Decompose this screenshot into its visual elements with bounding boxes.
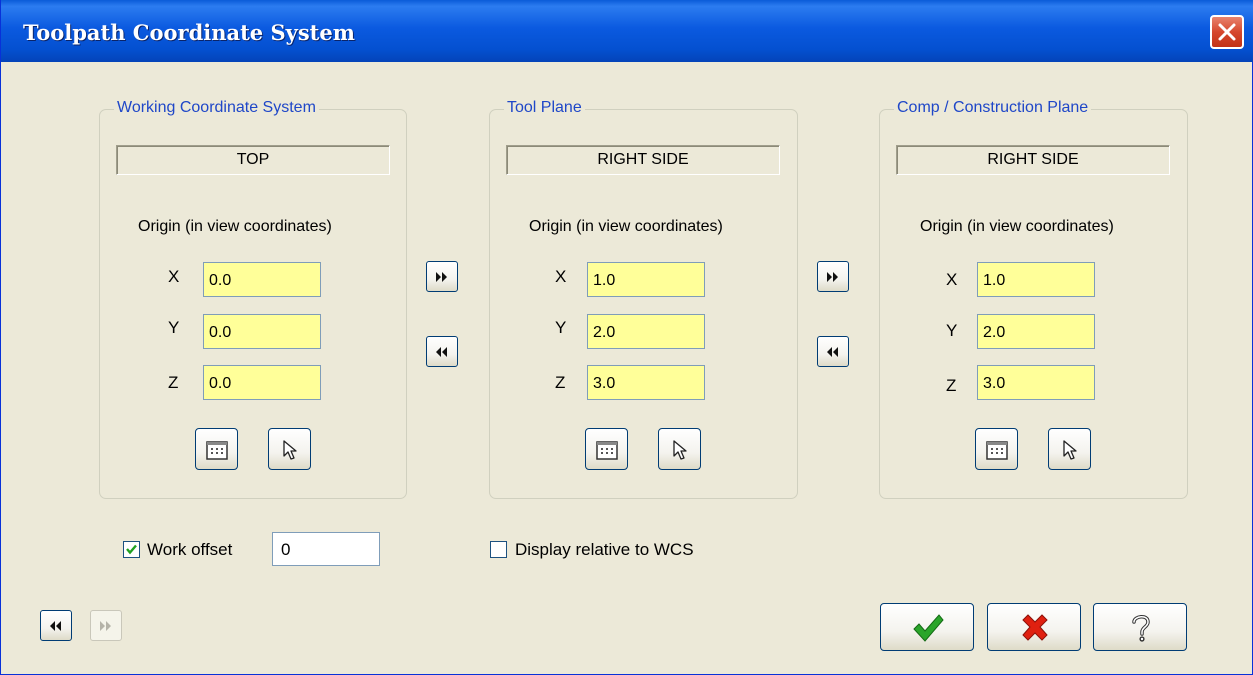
- wcs-x-field[interactable]: 0.0: [203, 262, 321, 297]
- cplane-x-field[interactable]: 1.0: [977, 262, 1095, 297]
- close-button[interactable]: [1210, 15, 1244, 49]
- close-icon: [1218, 23, 1236, 41]
- copy-tplane-to-cplane-button[interactable]: [817, 261, 849, 292]
- cplane-group-title: Comp / Construction Plane: [894, 99, 1092, 117]
- calculator-icon: [986, 441, 1008, 460]
- tplane-z-field[interactable]: 3.0: [587, 365, 705, 400]
- cancel-button[interactable]: [987, 603, 1081, 651]
- pointer-select-icon: [283, 440, 297, 460]
- tplane-view-name: RIGHT SIDE: [506, 145, 780, 175]
- copy-wcs-to-tplane-button[interactable]: [426, 261, 458, 292]
- wcs-view-name: TOP: [116, 145, 390, 175]
- calculator-icon: [206, 441, 228, 460]
- double-right-arrow-icon: [100, 621, 111, 631]
- title-bar[interactable]: Toolpath Coordinate System: [1, 0, 1253, 62]
- double-right-arrow-icon: [827, 272, 838, 282]
- cplane-select-button[interactable]: [1048, 428, 1091, 470]
- tplane-y-field[interactable]: 2.0: [587, 314, 705, 349]
- cplane-calculator-button[interactable]: [975, 428, 1018, 470]
- tplane-x-label: X: [555, 267, 567, 286]
- wcs-z-label: Z: [168, 373, 179, 392]
- wcs-z-field[interactable]: 0.0: [203, 365, 321, 400]
- copy-cplane-to-tplane-button[interactable]: [817, 336, 849, 367]
- cplane-origin-label: Origin (in view coordinates): [920, 218, 1114, 235]
- window-title: Toolpath Coordinate System: [23, 20, 355, 45]
- tplane-z-label: Z: [555, 373, 566, 392]
- toolpath-coordinate-dialog: Toolpath Coordinate System Working Coord…: [0, 0, 1253, 675]
- tplane-select-button[interactable]: [658, 428, 701, 470]
- double-left-arrow-icon: [436, 347, 447, 357]
- wcs-select-button[interactable]: [268, 428, 311, 470]
- calculator-icon: [596, 441, 618, 460]
- pointer-select-icon: [673, 440, 687, 460]
- wcs-group-title: Working Coordinate System: [114, 99, 319, 117]
- work-offset-checkbox[interactable]: [123, 541, 140, 558]
- wcs-y-field[interactable]: 0.0: [203, 314, 321, 349]
- cplane-x-label: X: [946, 270, 958, 289]
- work-offset-label: Work offset: [147, 540, 233, 559]
- red-x-icon: [1022, 614, 1048, 641]
- checkmark-icon: [126, 544, 137, 555]
- ok-button[interactable]: [880, 603, 974, 651]
- next-button[interactable]: [90, 610, 122, 641]
- wcs-y-label: Y: [168, 318, 180, 337]
- pointer-select-icon: [1063, 440, 1077, 460]
- tplane-y-label: Y: [555, 318, 567, 337]
- question-mark-icon: [1132, 615, 1150, 642]
- tplane-group-title: Tool Plane: [504, 99, 585, 117]
- display-relative-label: Display relative to WCS: [515, 540, 694, 559]
- cplane-y-field[interactable]: 2.0: [977, 314, 1095, 349]
- cplane-group: Comp / Construction Plane RIGHT SIDE Ori…: [879, 99, 1188, 499]
- work-offset-input[interactable]: 0: [272, 532, 380, 566]
- cplane-z-field[interactable]: 3.0: [977, 365, 1095, 400]
- help-button[interactable]: [1093, 603, 1187, 651]
- double-right-arrow-icon: [436, 272, 447, 282]
- double-left-arrow-icon: [827, 347, 838, 357]
- wcs-calculator-button[interactable]: [195, 428, 238, 470]
- previous-button[interactable]: [40, 610, 72, 641]
- tplane-group: Tool Plane RIGHT SIDE Origin (in view co…: [489, 99, 798, 499]
- tplane-origin-label: Origin (in view coordinates): [529, 218, 723, 235]
- tplane-calculator-button[interactable]: [585, 428, 628, 470]
- wcs-group: Working Coordinate System TOP Origin (in…: [99, 99, 407, 499]
- cplane-z-label: Z: [946, 376, 957, 395]
- wcs-x-label: X: [168, 267, 180, 286]
- copy-tplane-to-wcs-button[interactable]: [426, 336, 458, 367]
- wcs-origin-label: Origin (in view coordinates): [138, 218, 332, 235]
- checkmark-icon: [913, 614, 944, 642]
- display-relative-checkbox[interactable]: [490, 541, 507, 558]
- cplane-y-label: Y: [946, 321, 958, 340]
- cplane-view-name: RIGHT SIDE: [896, 145, 1170, 175]
- tplane-x-field[interactable]: 1.0: [587, 262, 705, 297]
- double-left-arrow-icon: [50, 621, 61, 631]
